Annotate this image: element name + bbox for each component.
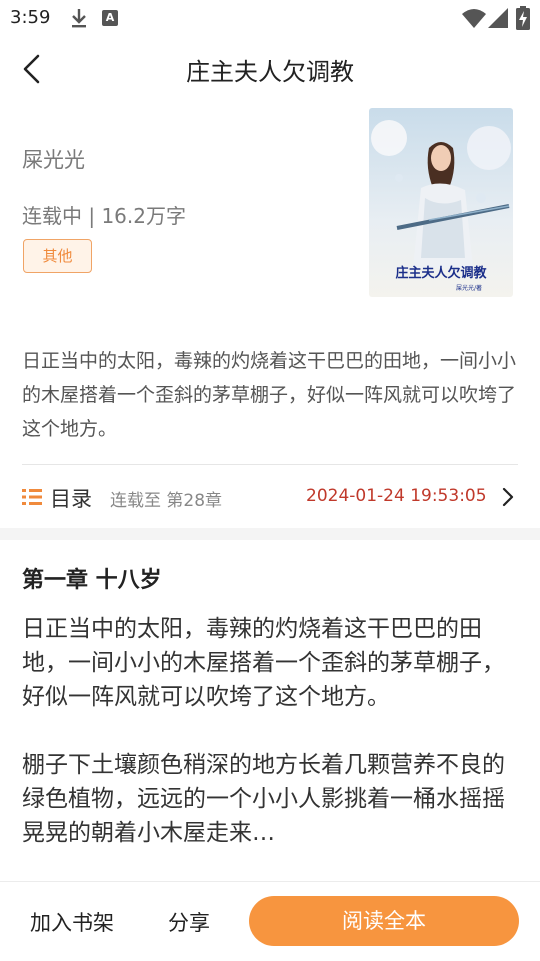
book-cover[interactable]: 庄主夫人欠调教 屎光光/著 — [369, 108, 513, 297]
chapter-paragraph: 日正当中的太阳，毒辣的灼烧着这干巴巴的田地，一间小小的木屋搭着一个歪斜的茅草棚子… — [22, 616, 505, 710]
section-separator — [0, 528, 540, 540]
chapter-paragraph: 棚子下土壤颜色稍深的地方长着几颗营养不良的绿色植物，远远的一个小小人影挑着一桶水… — [22, 752, 505, 846]
signal-icon — [488, 8, 508, 28]
book-introduction: 日正当中的太阳，毒辣的灼烧着这干巴巴的田地，一间小小的木屋搭着一个歪斜的茅草棚子… — [22, 350, 517, 440]
toc-serial-status[interactable]: 连载至 第28章 — [110, 486, 222, 511]
cover-title-text: 庄主夫人欠调教 — [395, 265, 487, 281]
category-tag[interactable]: 其他 — [23, 239, 92, 273]
list-icon[interactable] — [22, 487, 42, 507]
download-icon — [72, 9, 86, 28]
toc-label[interactable]: 目录 — [50, 483, 92, 513]
battery-charging-icon — [516, 6, 530, 30]
wifi-icon — [462, 9, 486, 28]
cover-author-text: 屎光光/著 — [456, 284, 482, 292]
chapter-title: 第一章 十八岁 — [22, 568, 162, 593]
page-title: 庄主夫人欠调教 — [186, 58, 354, 86]
book-status: 连载中 | 16.2万字 — [22, 204, 186, 228]
back-arrow-icon[interactable] — [18, 52, 48, 86]
book-author[interactable]: 屎光光 — [22, 144, 85, 174]
cover-illustration: 庄主夫人欠调教 屎光光/著 — [369, 108, 513, 297]
share-button[interactable]: 分享 — [168, 907, 210, 937]
read-full-button[interactable]: 阅读全本 — [249, 896, 519, 946]
add-to-bookshelf-button[interactable]: 加入书架 — [30, 907, 114, 937]
status-time: 3:59 — [10, 7, 51, 28]
chevron-right-icon[interactable] — [500, 486, 516, 508]
status-bar: 3:59 A — [0, 0, 540, 36]
app-notification-icon: A — [102, 10, 118, 26]
divider — [22, 464, 518, 465]
toc-update-time[interactable]: 2024-01-24 19:53:05 — [306, 486, 487, 506]
